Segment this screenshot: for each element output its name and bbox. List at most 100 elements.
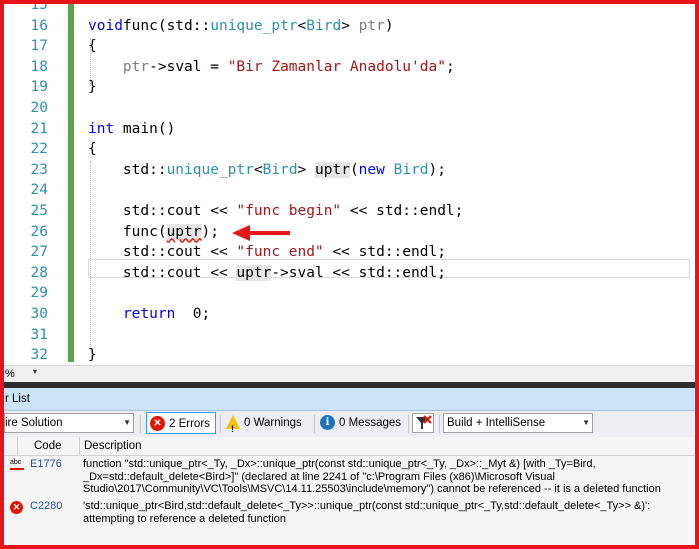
line-number: 16 [30,17,48,34]
chevron-down-icon[interactable]: ▼ [30,367,40,379]
code-token: Bird [262,161,298,178]
filter-clear-icon [416,415,432,429]
errors-count-label: 2 Errors [169,418,210,430]
code-token: << std::endl; [341,203,464,219]
build-intellisense-dropdown[interactable]: Build + IntelliSense ▼ [443,413,593,433]
code-token: > [297,161,316,178]
line-number: 30 [30,306,48,322]
zoom-level[interactable]: % [5,368,15,380]
code-token: new [358,161,385,178]
code-token: "func begin" [236,203,342,219]
code-token: unique_ptr [210,17,298,34]
toolbar-separator [314,415,315,433]
errors-filter-button[interactable]: ✕ 2 Errors [146,412,216,434]
code-token: std::cout << [88,264,237,281]
toolbar-separator [220,415,221,433]
column-separator[interactable] [17,437,18,455]
code-token: Bird [306,17,342,34]
code-token: < [297,17,307,34]
error-description: 'std::unique_ptr<Bird,std::default_delet… [83,500,651,525]
code-token: std:: [88,161,167,178]
error-list-title-bar: r List [4,388,695,411]
chevron-down-icon: ▼ [123,418,131,427]
line-number: 26 [30,223,48,240]
line-number: 20 [30,100,48,116]
code-line[interactable]: std::cout << "func begin" << std::endl; [88,201,463,222]
code-token: ->sval = [149,58,228,75]
line-number: 17 [30,38,48,55]
panel-title: r List [5,393,30,405]
error-row[interactable]: abc E1776 function "std::unique_ptr<_Ty,… [4,458,695,496]
column-separator[interactable] [79,437,80,455]
warning-icon: ! [226,415,240,434]
code-token: "func end" [236,244,324,261]
code-token: "Bir Zamanlar Anadolu'da" [227,58,446,75]
warnings-filter-button[interactable]: ! 0 Warnings [222,412,312,434]
toolbar-separator [439,415,440,433]
error-code: E1776 [30,458,62,470]
line-number: 25 [30,203,48,219]
code-token: { [88,141,97,158]
line-number: 19 [30,79,48,96]
code-token: } [88,347,97,364]
error-icon: ✕ [150,416,165,431]
code-token: ( [349,161,359,178]
code-line[interactable]: func(uptr); [88,222,219,243]
build-filter-value: Build + IntelliSense [447,417,546,429]
error-code: C2280 [30,500,63,512]
code-token: return [122,306,176,322]
line-number: 27 [30,244,48,261]
toolbar-separator [408,415,409,433]
scope-dropdown[interactable]: ire Solution ▼ [4,413,134,433]
code-token: > [341,17,359,34]
code-token: uptr [315,161,350,178]
code-token: ->sval << std::endl; [271,264,446,281]
build-error-icon: ✕ [10,501,23,514]
messages-filter-button[interactable]: i 0 Messages [317,412,407,434]
clear-filter-button[interactable] [412,413,434,433]
line-number: 22 [30,141,48,158]
line-number: 24 [30,182,48,199]
code-line[interactable]: std::cout << "func end" << std::endl; [88,242,446,263]
error-description: function "std::unique_ptr<_Ty, _Dx>::uni… [83,458,661,495]
code-column-header[interactable]: Code [34,437,62,455]
code-line[interactable]: return 0; [88,304,210,325]
code-line[interactable]: std::unique_ptr<Bird> uptr(new Bird); [88,160,446,181]
code-token: std::cout << [88,203,237,219]
code-token: ptr [122,58,150,75]
error-list-header: Code Description [4,437,695,456]
code-line[interactable]: { [88,36,97,57]
code-line[interactable]: int main() [88,119,175,140]
line-number: 29 [30,285,48,302]
code-token: Bird [393,161,429,178]
code-line[interactable]: } [88,345,97,365]
line-number: 21 [30,120,48,137]
description-column-header[interactable]: Description [84,437,142,455]
code-token: uptr [166,223,202,240]
warnings-count-label: 0 Warnings [244,417,302,429]
code-token: ; [445,58,455,75]
code-token: ) [384,17,394,34]
change-tracking-bar [68,4,74,362]
code-line[interactable]: { [88,139,97,160]
editor-zoom-strip: % ▼ [4,365,695,383]
code-line[interactable]: voidfunc(std::unique_ptr<Bird> ptr) [88,16,394,37]
code-editor[interactable]: 15 16 17 18 19 20 21 22 23 24 25 26 27 28 29 30 31 32 voi… [4,4,695,365]
code-line[interactable]: ptr->sval = "Bir Zamanlar Anadolu'da"; [88,57,455,78]
code-token: << std::endl; [323,244,446,261]
code-token: std::cout << [88,244,237,261]
error-row[interactable]: ✕ C2280 'std::unique_ptr<Bird,std::defau… [4,500,695,528]
code-line[interactable]: std::cout << uptr->sval << std::endl; [88,263,446,284]
info-icon: i [320,415,335,430]
code-token: ptr [358,17,385,34]
scope-value: ire Solution [5,417,63,429]
error-list-panel: r List ire Solution ▼ ✕ 2 Errors ! 0 War… [4,388,695,545]
code-token: main() [114,120,176,137]
line-number: 28 [30,264,48,281]
code-token: { [88,38,97,55]
code-token: func(std:: [122,17,211,34]
code-line[interactable]: } [88,77,97,98]
